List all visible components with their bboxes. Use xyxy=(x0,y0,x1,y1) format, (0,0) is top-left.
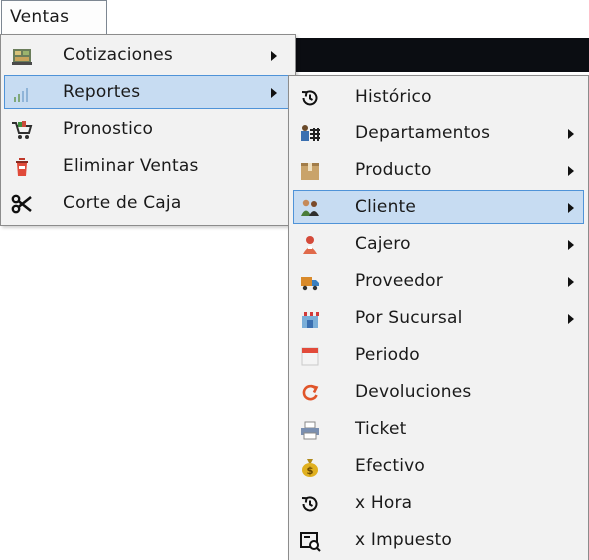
submenu-arrow-icon xyxy=(271,51,277,61)
cart-icon xyxy=(11,119,33,141)
menu-ventas[interactable]: Ventas xyxy=(1,0,107,34)
store-icon xyxy=(299,308,321,330)
submenu-arrow-icon xyxy=(271,88,277,98)
submenu-arrow-icon xyxy=(568,277,574,287)
calendar-icon xyxy=(299,345,321,367)
chart-icon xyxy=(11,82,33,104)
cashier-icon xyxy=(299,234,321,256)
submenu-item-departamentos[interactable]: Departamentos xyxy=(293,116,584,150)
submenu-item-label: x Impuesto xyxy=(355,530,452,550)
quotes-icon xyxy=(11,45,33,67)
submenu-item-x-hora[interactable]: x Hora xyxy=(293,486,584,520)
submenu-item-label: Periodo xyxy=(355,345,420,365)
submenu-item-proveedor[interactable]: Proveedor xyxy=(293,264,584,298)
submenu-item-label: Departamentos xyxy=(355,123,491,143)
history-icon xyxy=(299,493,321,515)
submenu-item-cajero[interactable]: Cajero xyxy=(293,227,584,261)
submenu-item-label: Ticket xyxy=(355,419,407,439)
scissors-icon xyxy=(11,193,33,215)
submenu-item-x-impuesto[interactable]: x Impuesto xyxy=(293,523,584,557)
menu-item-label: Corte de Caja xyxy=(63,193,182,213)
submenu-item-devoluciones[interactable]: Devoluciones xyxy=(293,375,584,409)
svg-text:$: $ xyxy=(307,466,314,477)
submenu-arrow-icon xyxy=(568,240,574,250)
delete-sales-icon xyxy=(11,156,33,178)
menu-item-cotizaciones[interactable]: Cotizaciones xyxy=(4,38,292,72)
menu-item-reportes[interactable]: Reportes xyxy=(4,75,292,109)
submenu-item-label: Efectivo xyxy=(355,456,425,476)
product-box-icon xyxy=(299,160,321,182)
menu-bar: Ventas xyxy=(0,0,589,34)
submenu-item-label: x Hora xyxy=(355,493,413,513)
return-arrow-icon xyxy=(299,382,321,404)
submenu-arrow-icon xyxy=(568,129,574,139)
menu-item-label: Reportes xyxy=(63,82,141,102)
menu-item-label: Cotizaciones xyxy=(63,45,173,65)
menu-item-label: Pronostico xyxy=(63,119,154,139)
submenu-item-ticket[interactable]: Ticket xyxy=(293,412,584,446)
history-icon xyxy=(299,87,321,109)
ventas-dropdown: Cotizaciones Reportes Pronostico Elimina… xyxy=(0,34,296,226)
submenu-item-periodo[interactable]: Periodo xyxy=(293,338,584,372)
submenu-item-producto[interactable]: Producto xyxy=(293,153,584,187)
submenu-item-historico[interactable]: Histórico xyxy=(293,80,584,114)
submenu-item-label: Histórico xyxy=(355,87,432,107)
clients-icon xyxy=(299,197,321,219)
submenu-arrow-icon xyxy=(568,203,574,213)
reportes-submenu: Histórico Departamentos Producto Cliente… xyxy=(288,75,589,560)
submenu-arrow-icon xyxy=(568,166,574,176)
window-background-strip xyxy=(293,38,589,72)
submenu-item-por-sucursal[interactable]: Por Sucursal xyxy=(293,301,584,335)
menu-item-eliminar-ventas[interactable]: Eliminar Ventas xyxy=(4,149,292,183)
app-window: Ventas Cotizaciones Reportes Pronostico … xyxy=(0,0,589,560)
tax-icon xyxy=(299,530,321,552)
submenu-item-label: Por Sucursal xyxy=(355,308,463,328)
submenu-item-label: Cliente xyxy=(355,197,417,217)
submenu-item-cliente[interactable]: Cliente xyxy=(293,190,584,224)
submenu-item-label: Proveedor xyxy=(355,271,443,291)
supplier-truck-icon xyxy=(299,271,321,293)
submenu-item-label: Devoluciones xyxy=(355,382,472,402)
money-bag-icon: $ xyxy=(299,456,321,478)
submenu-arrow-icon xyxy=(568,314,574,324)
submenu-item-efectivo[interactable]: $ Efectivo xyxy=(293,449,584,483)
menu-item-corte-de-caja[interactable]: Corte de Caja xyxy=(4,186,292,220)
submenu-item-label: Producto xyxy=(355,160,432,180)
departments-icon xyxy=(299,123,321,145)
menu-item-label: Eliminar Ventas xyxy=(63,156,199,176)
submenu-item-label: Cajero xyxy=(355,234,411,254)
menu-item-pronostico[interactable]: Pronostico xyxy=(4,112,292,146)
printer-icon xyxy=(299,419,321,441)
